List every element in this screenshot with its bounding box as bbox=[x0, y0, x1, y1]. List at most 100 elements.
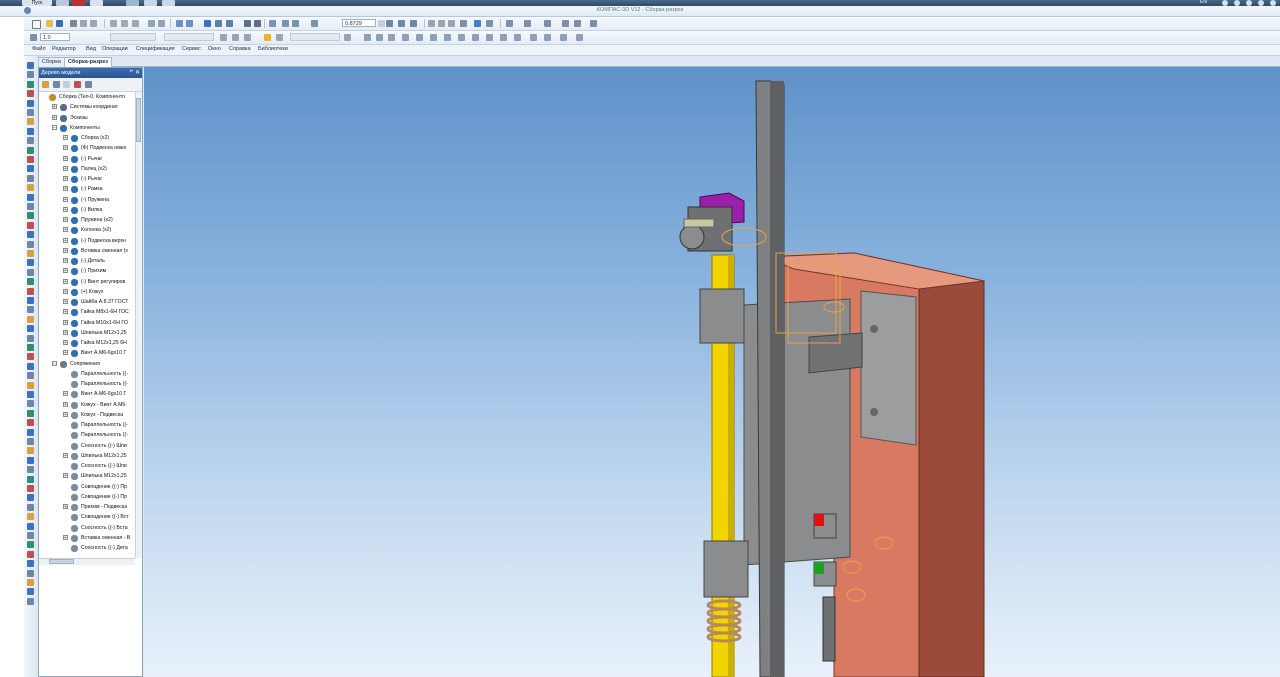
tool-button-icon[interactable] bbox=[27, 560, 34, 568]
menu-view[interactable]: Вид bbox=[86, 46, 96, 52]
menu-edit[interactable]: Редактор bbox=[52, 46, 76, 52]
pin-icon[interactable]: ꟸ bbox=[130, 68, 133, 78]
tool-button-icon[interactable] bbox=[27, 372, 34, 380]
menu-service[interactable]: Сервис bbox=[182, 46, 201, 52]
sketch-tool-icon[interactable] bbox=[544, 34, 551, 41]
tool-button-icon[interactable] bbox=[27, 146, 34, 154]
expand-icon[interactable]: + bbox=[63, 411, 68, 417]
tool-button-icon[interactable] bbox=[27, 381, 34, 389]
library-icon[interactable] bbox=[158, 20, 165, 27]
sketch-tool-icon[interactable] bbox=[576, 34, 583, 41]
field-dropdown-icon[interactable] bbox=[344, 34, 351, 41]
measure-icon[interactable] bbox=[562, 20, 569, 27]
tree-item[interactable]: + Палец (x2) bbox=[39, 164, 135, 174]
tree-item[interactable]: + (-) Прихим bbox=[39, 266, 135, 276]
expand-icon[interactable]: + bbox=[63, 227, 68, 233]
menu-file[interactable]: Файл bbox=[32, 46, 46, 52]
tool-button-icon[interactable] bbox=[27, 503, 34, 511]
tool-button-icon[interactable] bbox=[27, 409, 34, 417]
tree-item[interactable]: + Прихим - Подвеска bbox=[39, 502, 135, 512]
tool-button-icon[interactable] bbox=[27, 325, 34, 333]
cut-icon[interactable] bbox=[110, 20, 117, 27]
expand-icon[interactable]: + bbox=[63, 288, 68, 294]
tool-button-icon[interactable] bbox=[27, 344, 34, 351]
tool-button-icon[interactable] bbox=[27, 334, 34, 342]
tree-view-icon[interactable] bbox=[42, 81, 49, 88]
ortho-icon[interactable] bbox=[276, 34, 283, 41]
tool-button-icon[interactable] bbox=[27, 90, 34, 98]
properties-icon[interactable] bbox=[148, 20, 155, 27]
tree-item[interactable]: Сборка (Тел-0, Компоненто bbox=[39, 92, 135, 102]
tree-item[interactable]: + Вставка сменная (x bbox=[39, 246, 135, 256]
mounting-plate[interactable] bbox=[860, 290, 917, 446]
sketch-tool-icon[interactable] bbox=[560, 34, 567, 41]
tree-item[interactable]: + (-) Пружина bbox=[39, 195, 135, 205]
variables-icon[interactable] bbox=[204, 20, 211, 27]
assembly-3d-model[interactable] bbox=[144, 67, 1280, 677]
tree-item[interactable]: Соосность ((-) Вста bbox=[39, 523, 135, 533]
tool-button-icon[interactable] bbox=[27, 494, 34, 502]
dropdown-icon[interactable] bbox=[63, 81, 70, 88]
zoom-in-icon[interactable] bbox=[269, 20, 276, 27]
tree-item[interactable]: + Шайба А.8.37 ГОСТ bbox=[39, 297, 135, 307]
tab-assembly-section[interactable]: Сборка-разрез bbox=[64, 57, 113, 67]
sketch-tool-icon[interactable] bbox=[416, 34, 423, 41]
language-indicator[interactable]: EN bbox=[1200, 0, 1207, 5]
save-icon[interactable] bbox=[56, 20, 63, 27]
orientation-icon[interactable] bbox=[410, 20, 417, 27]
expand-icon[interactable]: + bbox=[63, 309, 68, 315]
expand-icon[interactable]: + bbox=[52, 114, 57, 120]
tool-button-icon[interactable] bbox=[27, 156, 34, 163]
tool-button-icon[interactable] bbox=[27, 174, 34, 182]
tool-button-icon[interactable] bbox=[27, 438, 34, 445]
upper-slider[interactable] bbox=[699, 288, 745, 344]
tool-button-icon[interactable] bbox=[27, 137, 34, 145]
rotate-icon[interactable] bbox=[398, 20, 405, 27]
tool-button-icon[interactable] bbox=[27, 184, 34, 192]
tool-button-icon[interactable] bbox=[27, 541, 34, 549]
paste-icon[interactable] bbox=[132, 20, 139, 27]
expand-icon[interactable]: + bbox=[63, 319, 68, 325]
tool-button-icon[interactable] bbox=[27, 127, 34, 135]
tool-button-icon[interactable] bbox=[27, 513, 34, 521]
collapse-icon[interactable]: − bbox=[52, 124, 57, 130]
tree-scroll-thumb[interactable] bbox=[136, 98, 141, 142]
tree-item[interactable]: + Шпилька М12х1,25 bbox=[39, 328, 135, 338]
zoom-dropdown-icon[interactable] bbox=[378, 20, 385, 27]
step-field[interactable]: 1.0 bbox=[40, 33, 70, 41]
sketch-tool-icon[interactable] bbox=[364, 34, 371, 41]
expand-icon[interactable]: + bbox=[63, 299, 68, 305]
tool-button-icon[interactable] bbox=[27, 391, 34, 398]
sketch-tool-icon[interactable] bbox=[388, 34, 395, 41]
expand-icon[interactable]: + bbox=[63, 176, 68, 182]
tree-item[interactable]: + Сборка (x2) bbox=[39, 133, 135, 143]
tree-item[interactable]: + Пружина (x2) bbox=[39, 215, 135, 225]
shaded-icon[interactable] bbox=[474, 20, 481, 27]
expand-icon[interactable]: + bbox=[63, 473, 68, 479]
menu-libraries[interactable]: Библиотеки bbox=[258, 46, 288, 52]
section-icon[interactable] bbox=[590, 20, 597, 27]
new-document-icon[interactable] bbox=[32, 20, 41, 29]
expand-icon[interactable]: + bbox=[63, 391, 68, 397]
wireframe-icon[interactable] bbox=[428, 20, 435, 27]
tree-item[interactable]: + Гайка М12х1,25 6Н bbox=[39, 338, 135, 348]
tool-button-icon[interactable] bbox=[27, 193, 34, 201]
expand-icon[interactable]: + bbox=[63, 504, 68, 510]
tree-filter-icon[interactable] bbox=[74, 81, 81, 88]
thin-lines-icon[interactable] bbox=[448, 20, 455, 27]
tree-item[interactable]: + Вставка сменная - В bbox=[39, 533, 135, 543]
tool-button-icon[interactable] bbox=[27, 109, 34, 116]
expand-icon[interactable]: + bbox=[63, 196, 68, 202]
tool-button-icon[interactable] bbox=[27, 550, 34, 558]
expand-icon[interactable]: + bbox=[63, 247, 68, 253]
tree-item[interactable]: + Гайка М10х1-6Н ГО bbox=[39, 318, 135, 328]
tool-button-icon[interactable] bbox=[27, 569, 34, 577]
lcs-icon[interactable] bbox=[244, 34, 251, 41]
tool-button-icon[interactable] bbox=[27, 475, 34, 483]
tool-button-icon[interactable] bbox=[27, 240, 34, 248]
sketch-tool-icon[interactable] bbox=[458, 34, 465, 41]
tree-item[interactable]: + Шпилька М12х1,25 bbox=[39, 451, 135, 461]
redo-icon[interactable] bbox=[186, 20, 193, 27]
tool-button-icon[interactable] bbox=[27, 165, 34, 173]
tool-button-icon[interactable] bbox=[27, 306, 34, 314]
